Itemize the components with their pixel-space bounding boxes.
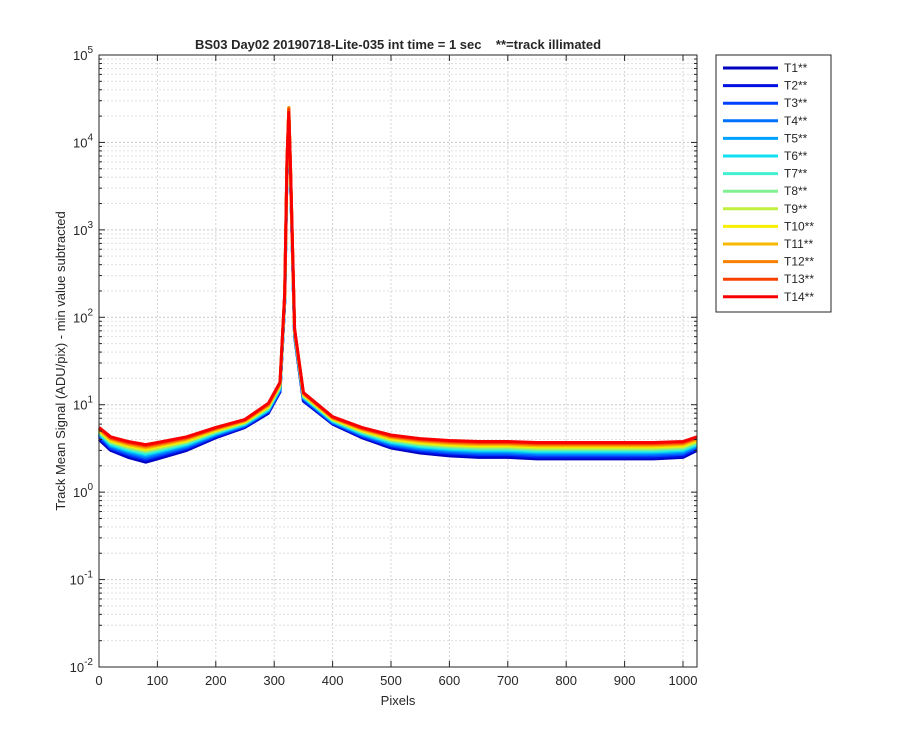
- legend-label: T8**: [784, 184, 808, 198]
- x-tick-label: 1000: [669, 673, 698, 688]
- legend-label: T10**: [784, 219, 814, 233]
- legend-label: T14**: [784, 290, 814, 304]
- legend-label: T7**: [784, 167, 808, 181]
- y-axis-label: Track Mean Signal (ADU/pix) - min value …: [53, 211, 68, 510]
- legend-label: T11**: [784, 237, 813, 251]
- chart-figure: 0 100 200 300 400 500 600 700 800 900 100010-210-1…: [0, 0, 900, 750]
- legend-label: T5**: [784, 131, 808, 145]
- legend-label: T9**: [784, 202, 808, 216]
- chart-title: BS03 Day02 20190718-Lite-035 int time = …: [195, 37, 601, 52]
- legend-label: T12**: [784, 255, 814, 269]
- x-tick-label: 0: [95, 673, 102, 688]
- x-axis-label: Pixels: [381, 693, 416, 708]
- x-tick-label: 500: [380, 673, 402, 688]
- x-tick-label: 300: [263, 673, 285, 688]
- x-tick-label: 700: [497, 673, 519, 688]
- x-tick-label: 100: [147, 673, 169, 688]
- legend-label: T4**: [784, 114, 808, 128]
- x-tick-label: 200: [205, 673, 227, 688]
- x-tick-label: 800: [555, 673, 577, 688]
- legend-label: T2**: [784, 79, 808, 93]
- legend: T1** T2** T3** T4** T5** T6** T7** T8** T9** T10*…: [715, 54, 832, 313]
- legend-label: T13**: [784, 272, 814, 286]
- legend-label: T1**: [784, 61, 808, 75]
- x-tick-label: 900: [614, 673, 636, 688]
- x-tick-label: 400: [322, 673, 344, 688]
- x-tick-label: 600: [439, 673, 461, 688]
- legend-label: T6**: [784, 149, 808, 163]
- legend-label: T3**: [784, 96, 808, 110]
